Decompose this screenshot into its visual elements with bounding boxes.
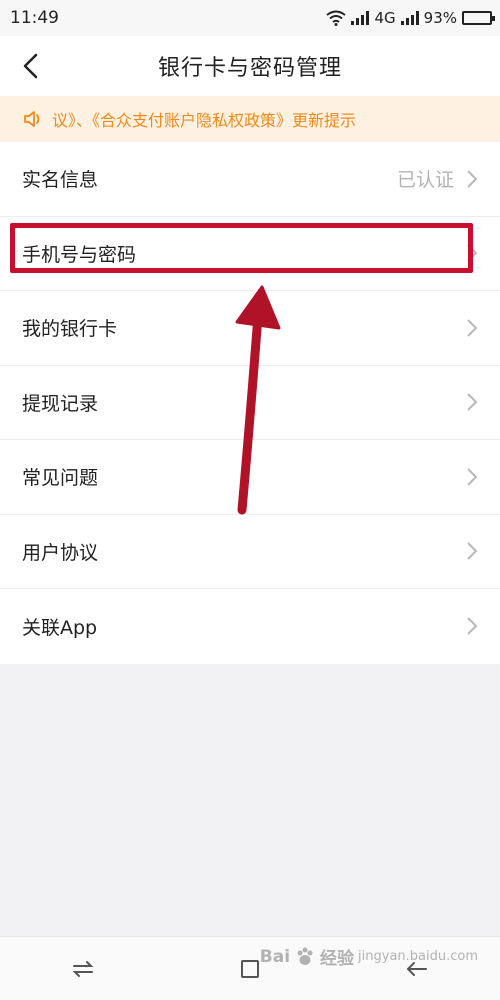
menu-item-linked-app[interactable]: 关联App [0,589,500,664]
menu-item-label: 我的银行卡 [22,318,118,341]
settings-list: 实名信息 已认证 手机号与密码 我的银行卡 提现记录 常见问题 用户协议 关联A… [0,142,500,664]
notice-banner[interactable]: 议》、《合众支付账户隐私权政策》更新提示 [0,96,500,142]
chevron-right-icon [467,617,478,635]
chevron-right-icon [467,170,478,188]
back-arrow-icon[interactable] [16,50,48,82]
menu-item-label: 常见问题 [22,467,99,490]
menu-item-user-agreement[interactable]: 用户协议 [0,515,500,589]
chevron-right-icon [467,319,478,337]
chevron-right-icon [467,393,478,411]
watermark-domain: jingyan.baidu.com [358,949,478,964]
watermark-brand: Bai [259,946,291,967]
menu-item-faq[interactable]: 常见问题 [0,440,500,515]
app-header: 银行卡与密码管理 [0,36,500,96]
switch-icon [72,960,94,977]
signal-icon [400,11,419,25]
status-time: 11:49 [10,8,59,28]
status-icons: 4G 93% [326,9,495,27]
paw-icon [297,947,313,965]
network-type: 4G [374,9,396,27]
signal-icon [351,11,370,25]
status-bar: 11:49 4G 93% [0,0,500,36]
menu-item-label: 手机号与密码 [22,243,137,266]
menu-item-real-name-info[interactable]: 实名信息 已认证 [0,142,500,217]
battery-percent: 93% [423,9,457,27]
chevron-right-icon [467,542,478,560]
recent-apps-button[interactable] [63,949,103,989]
menu-item-label: 用户协议 [22,541,99,564]
menu-item-my-bank-cards[interactable]: 我的银行卡 [0,291,500,366]
battery-icon [462,11,495,25]
chevron-right-icon [467,244,478,262]
menu-item-label: 实名信息 [22,169,99,192]
notice-text: 议》、《合众支付账户隐私权政策》更新提示 [52,111,357,130]
menu-item-withdrawal-records[interactable]: 提现记录 [0,366,500,440]
verified-status: 已认证 [396,169,454,192]
menu-item-label: 关联App [22,616,98,639]
watermark-suffix: 经验 [320,949,355,969]
watermark: Bai 经验 jingyan.baidu.com [259,944,478,970]
chevron-right-icon [467,468,478,486]
page-title: 银行卡与密码管理 [157,56,342,81]
wifi-icon [326,10,347,26]
home-square-icon [240,959,259,978]
menu-item-label: 提现记录 [22,392,99,415]
speaker-icon [24,111,40,127]
menu-item-phone-password[interactable]: 手机号与密码 [0,217,500,291]
